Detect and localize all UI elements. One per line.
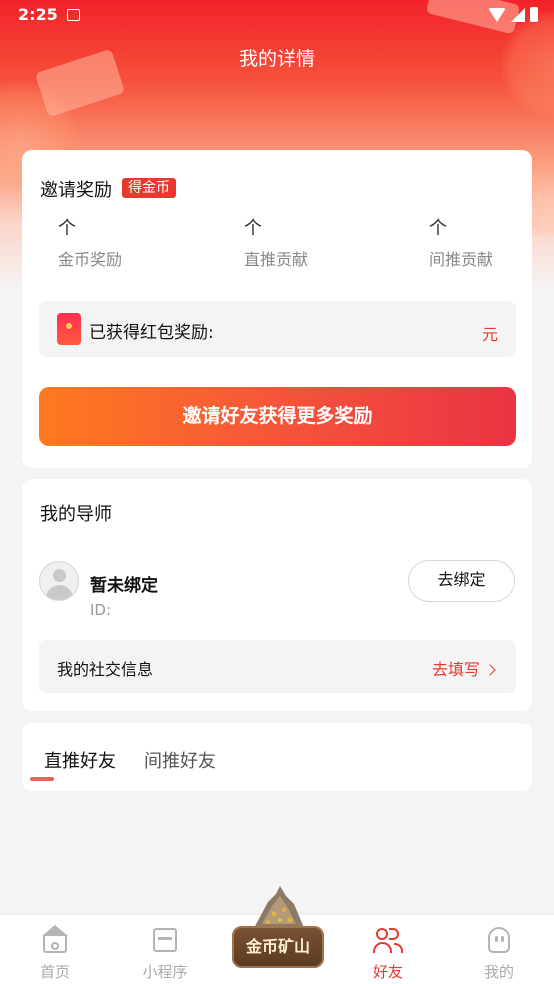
gold-mine-label: 金币矿山 [232, 926, 324, 968]
red-packet-icon [57, 313, 81, 345]
red-packet-unit: 元 [481, 325, 498, 344]
social-info-label: 我的社交信息 [57, 660, 154, 679]
nav-item-mini-program[interactable]: 小程序 [110, 915, 220, 982]
stat-unit: 个 [58, 218, 76, 239]
status-time: 2:25 [18, 5, 58, 24]
stat-coin-reward: 个 金币奖励 [58, 214, 122, 270]
avatar-shoulders [46, 585, 73, 600]
friends-tabs-card: 直推好友 间推好友 [22, 723, 532, 791]
invite-friends-button[interactable]: 邀请好友获得更多奖励 [39, 387, 516, 446]
stat-direct-contribution: 个 直推贡献 [244, 214, 308, 270]
wifi-icon [488, 7, 506, 22]
status-bar: 2:25 [0, 0, 554, 30]
stat-unit: 个 [244, 218, 262, 239]
mentor-id: ID: [90, 601, 112, 619]
gold-coin-badge: 得金币 [122, 178, 176, 198]
signal-icon [511, 7, 525, 22]
fill-in-link[interactable]: 去填写 [431, 656, 496, 680]
fill-in-label: 去填写 [431, 660, 480, 679]
stat-label: 直推贡献 [244, 250, 309, 269]
status-icons [488, 7, 538, 22]
battery-icon [530, 7, 538, 22]
avatar [39, 561, 79, 601]
stat-unit: 个 [429, 218, 447, 239]
tab-direct-friends[interactable]: 直推好友 [44, 747, 116, 773]
page-title: 我的详情 [238, 48, 315, 70]
nav-item-home[interactable]: 首页 [0, 915, 110, 982]
social-info-row[interactable]: 我的社交信息 去填写 [39, 640, 516, 693]
reward-title: 邀请奖励 [40, 180, 112, 201]
friends-icon [373, 925, 403, 955]
nav-label: 首页 [39, 963, 70, 981]
profile-icon [484, 925, 514, 955]
nav-item-friends[interactable]: 好友 [333, 915, 443, 982]
nav-label: 我的 [483, 963, 514, 981]
stat-label: 间推贡献 [429, 250, 494, 269]
active-tab-indicator [30, 777, 54, 781]
mentor-title: 我的导师 [40, 504, 112, 525]
chevron-right-icon [484, 664, 496, 676]
bind-mentor-button[interactable]: 去绑定 [408, 560, 515, 602]
mentor-name: 暂未绑定 [90, 576, 158, 596]
nav-item-profile[interactable]: 我的 [444, 915, 554, 982]
gold-mine-button[interactable]: 金币矿山 [232, 884, 324, 970]
nav-label: 小程序 [142, 963, 188, 981]
red-packet-label: 已获得红包奖励: [89, 323, 214, 343]
nav-label: 好友 [372, 963, 403, 981]
tab-indirect-friends[interactable]: 间推好友 [144, 747, 216, 773]
stat-label: 金币奖励 [58, 250, 123, 269]
sim-card-icon [67, 9, 80, 21]
stat-indirect-contribution: 个 间推贡献 [429, 214, 493, 270]
mentor-card: 我的导师 暂未绑定 ID: 去绑定 我的社交信息 去填写 [22, 479, 532, 711]
invite-reward-card: 邀请奖励 得金币 个 金币奖励 个 直推贡献 个 间推贡献 已获得红包奖励: 元… [22, 150, 532, 468]
mini-program-icon [150, 925, 180, 955]
avatar-head [53, 569, 66, 582]
home-icon [40, 925, 70, 955]
ore-pile-icon [254, 886, 304, 928]
red-packet-reward-row: 已获得红包奖励: 元 [39, 301, 516, 357]
